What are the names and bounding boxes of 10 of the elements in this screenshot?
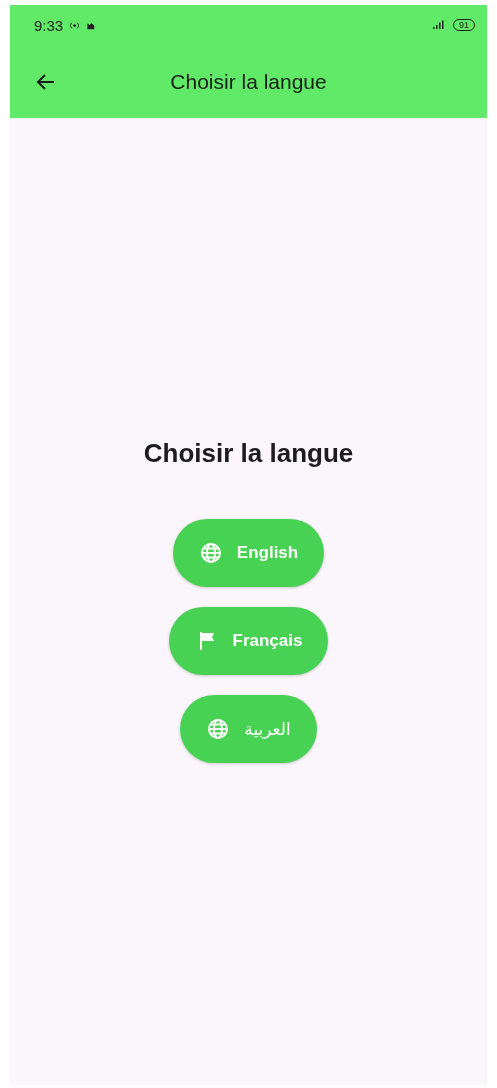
- status-time: 9:33: [34, 16, 64, 34]
- language-button[interactable]: العربية: [180, 695, 317, 763]
- page-heading: Choisir la langue: [143, 438, 354, 469]
- app-bar-title: Choisir la langue: [169, 69, 328, 94]
- globe-icon: [198, 541, 223, 565]
- language-button[interactable]: English: [172, 519, 325, 587]
- globe-icon: [206, 717, 231, 741]
- hotspot-icon: [69, 19, 81, 31]
- signal-icon: [430, 19, 447, 31]
- language-button[interactable]: Français: [168, 607, 329, 675]
